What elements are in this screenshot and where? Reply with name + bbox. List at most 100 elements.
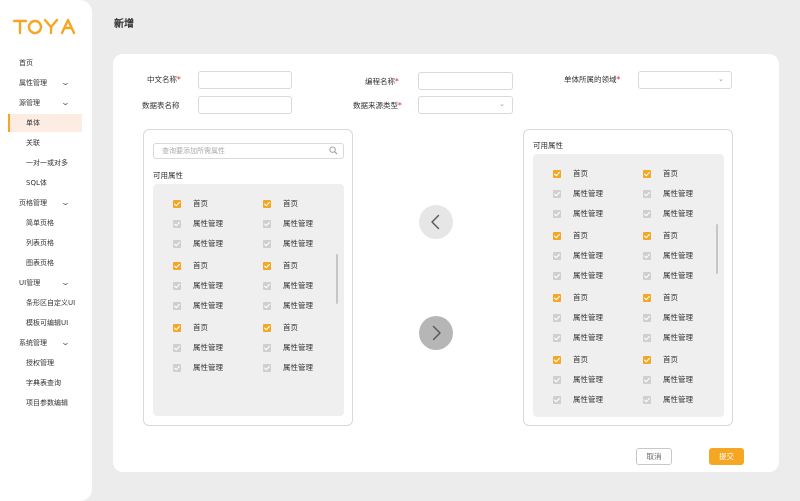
attribute-option[interactable]: 属性管理 [173, 239, 253, 249]
checkbox-disabled-icon[interactable] [643, 334, 651, 342]
attribute-option[interactable]: 属性管理 [643, 271, 723, 281]
attribute-option[interactable]: 属性管理 [263, 239, 343, 249]
attribute-option[interactable]: 属性管理 [263, 281, 343, 291]
checkbox-checked-icon[interactable] [173, 262, 181, 270]
attribute-search-input[interactable] [154, 144, 343, 158]
checkbox-disabled-icon[interactable] [553, 314, 561, 322]
checkbox-disabled-icon[interactable] [643, 272, 651, 280]
attribute-option[interactable]: 属性管理 [643, 189, 723, 199]
attribute-option[interactable]: 首页 [553, 293, 633, 303]
checkbox-disabled-icon[interactable] [553, 396, 561, 404]
attribute-option[interactable]: 属性管理 [553, 271, 633, 281]
checkbox-disabled-icon[interactable] [643, 376, 651, 384]
attribute-option[interactable]: 属性管理 [263, 343, 343, 353]
domain-select[interactable]: ⌄ [638, 71, 732, 89]
attribute-option[interactable]: 首页 [173, 199, 253, 209]
search-icon[interactable] [329, 146, 338, 155]
checkbox-disabled-icon[interactable] [263, 220, 271, 228]
attribute-search[interactable] [153, 143, 344, 159]
attribute-option[interactable]: 首页 [643, 293, 723, 303]
sidebar-item[interactable]: 字典表查询 [0, 374, 84, 392]
attribute-option[interactable]: 属性管理 [173, 343, 253, 353]
attribute-option[interactable]: 首页 [173, 261, 253, 271]
move-right-button[interactable] [419, 316, 453, 350]
chevron-down-icon[interactable]: ⌄ [60, 74, 70, 92]
attribute-option[interactable]: 属性管理 [643, 395, 723, 405]
checkbox-checked-icon[interactable] [643, 294, 651, 302]
attribute-option[interactable]: 属性管理 [643, 209, 723, 219]
attribute-option[interactable]: 属性管理 [173, 363, 253, 373]
attribute-option[interactable]: 属性管理 [553, 313, 633, 323]
table-name-input[interactable] [198, 96, 292, 114]
checkbox-checked-icon[interactable] [263, 262, 271, 270]
cancel-button[interactable]: 取消 [636, 448, 672, 465]
chevron-down-icon[interactable]: ⌄ [60, 94, 70, 112]
checkbox-checked-icon[interactable] [173, 200, 181, 208]
sidebar-item[interactable]: 属性管理 ⌄ [0, 74, 84, 92]
checkbox-checked-icon[interactable] [553, 170, 561, 178]
attribute-option[interactable]: 属性管理 [553, 189, 633, 199]
checkbox-disabled-icon[interactable] [173, 240, 181, 248]
checkbox-disabled-icon[interactable] [173, 282, 181, 290]
checkbox-disabled-icon[interactable] [643, 396, 651, 404]
checkbox-disabled-icon[interactable] [173, 220, 181, 228]
checkbox-disabled-icon[interactable] [173, 302, 181, 310]
checkbox-disabled-icon[interactable] [553, 190, 561, 198]
checkbox-checked-icon[interactable] [263, 324, 271, 332]
sidebar-item[interactable]: 列表页格 [0, 234, 84, 252]
sidebar-item[interactable]: 关联 [0, 134, 84, 152]
sidebar-item[interactable]: 条形区自定义UI [0, 294, 84, 312]
attribute-option[interactable]: 属性管理 [553, 251, 633, 261]
checkbox-checked-icon[interactable] [643, 356, 651, 364]
attribute-option[interactable]: 首页 [553, 355, 633, 365]
checkbox-disabled-icon[interactable] [173, 364, 181, 372]
program-name-input[interactable] [418, 72, 513, 90]
attribute-option[interactable]: 属性管理 [553, 333, 633, 343]
sidebar-item[interactable]: 页格管理 ⌄ [0, 194, 84, 212]
sidebar-item[interactable]: 图表页格 [0, 254, 84, 272]
checkbox-disabled-icon[interactable] [173, 344, 181, 352]
checkbox-checked-icon[interactable] [553, 356, 561, 364]
attribute-option[interactable]: 属性管理 [173, 301, 253, 311]
checkbox-checked-icon[interactable] [553, 232, 561, 240]
chinese-name-input[interactable] [198, 71, 292, 89]
attribute-option[interactable]: 属性管理 [263, 363, 343, 373]
checkbox-disabled-icon[interactable] [553, 252, 561, 260]
sidebar-item[interactable]: UI管理 ⌄ [0, 274, 84, 292]
checkbox-checked-icon[interactable] [643, 232, 651, 240]
checkbox-disabled-icon[interactable] [553, 376, 561, 384]
sidebar-item[interactable]: 模板可编辑UI [0, 314, 84, 332]
checkbox-disabled-icon[interactable] [553, 210, 561, 218]
checkbox-disabled-icon[interactable] [643, 314, 651, 322]
chevron-down-icon[interactable]: ⌄ [60, 274, 70, 292]
checkbox-disabled-icon[interactable] [263, 302, 271, 310]
submit-button[interactable]: 提交 [709, 448, 744, 465]
attribute-option[interactable]: 属性管理 [553, 209, 633, 219]
attribute-option[interactable]: 首页 [173, 323, 253, 333]
sidebar-item[interactable]: 首页 [0, 54, 84, 72]
checkbox-disabled-icon[interactable] [643, 190, 651, 198]
attribute-option[interactable]: 属性管理 [263, 301, 343, 311]
checkbox-disabled-icon[interactable] [263, 344, 271, 352]
sidebar-item[interactable]: 简单页格 [0, 214, 84, 232]
attribute-option[interactable]: 首页 [643, 169, 723, 179]
attribute-option[interactable]: 首页 [263, 199, 343, 209]
chevron-down-icon[interactable]: ⌄ [60, 334, 70, 352]
checkbox-checked-icon[interactable] [173, 324, 181, 332]
attribute-option[interactable]: 首页 [263, 323, 343, 333]
checkbox-checked-icon[interactable] [643, 170, 651, 178]
sidebar-item[interactable]: SQL体 [0, 174, 84, 192]
attribute-option[interactable]: 属性管理 [643, 333, 723, 343]
checkbox-checked-icon[interactable] [263, 200, 271, 208]
attribute-option[interactable]: 属性管理 [643, 313, 723, 323]
chevron-down-icon[interactable]: ⌄ [60, 194, 70, 212]
attribute-option[interactable]: 首页 [553, 231, 633, 241]
attribute-option[interactable]: 属性管理 [173, 281, 253, 291]
attribute-option[interactable]: 首页 [643, 231, 723, 241]
sidebar-item[interactable]: 项目参数编辑 [0, 394, 84, 412]
checkbox-checked-icon[interactable] [553, 294, 561, 302]
attribute-option[interactable]: 首页 [263, 261, 343, 271]
checkbox-disabled-icon[interactable] [263, 364, 271, 372]
attribute-option[interactable]: 首页 [643, 355, 723, 365]
attribute-option[interactable]: 首页 [553, 169, 633, 179]
